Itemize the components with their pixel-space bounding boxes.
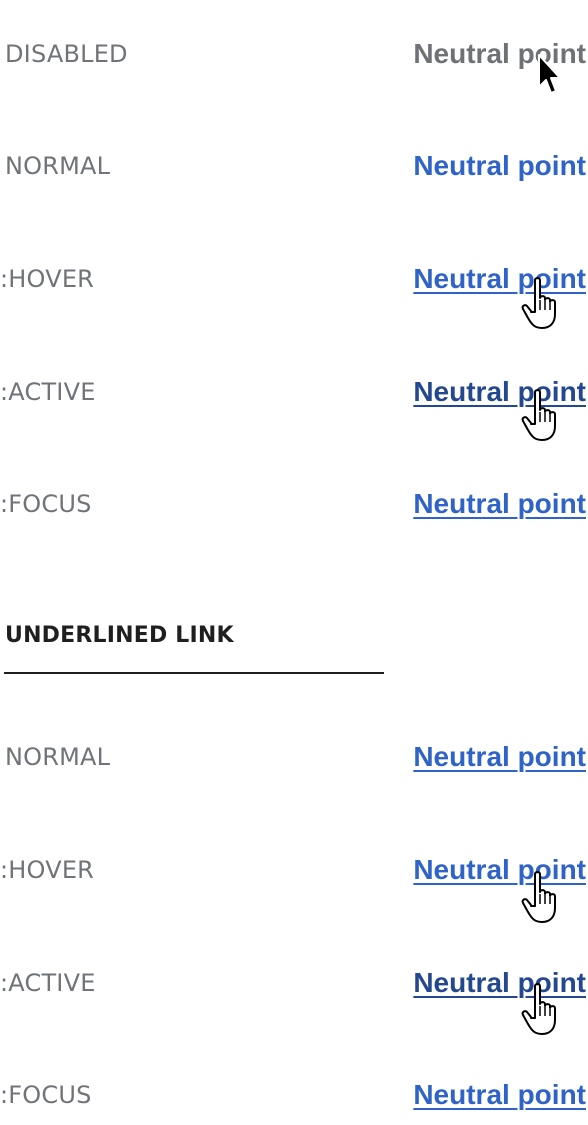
- underlined-link-hover[interactable]: Neutral point: [413, 853, 586, 887]
- underlined-state-label-hover: :HOVER: [0, 856, 95, 884]
- underlined-link-active[interactable]: Neutral point: [413, 966, 586, 1000]
- underlined-state-label-normal: NORMAL: [5, 743, 111, 771]
- underlined-row-focus: :FOCUS Neutral point: [0, 1065, 588, 1125]
- underlined-row-normal: NORMAL Neutral point: [0, 727, 588, 787]
- state-label-focus: :FOCUS: [0, 490, 92, 518]
- state-label-disabled: DISABLED: [5, 40, 128, 68]
- link-state-row-normal: NORMAL Neutral point: [0, 136, 588, 196]
- neutral-point-link-normal[interactable]: Neutral point: [413, 149, 586, 183]
- neutral-point-link-hover[interactable]: Neutral point: [413, 262, 586, 296]
- neutral-point-link-active[interactable]: Neutral point: [413, 375, 586, 409]
- underlined-state-label-focus: :FOCUS: [0, 1081, 92, 1109]
- underlined-state-label-active: :ACTIVE: [0, 969, 96, 997]
- underlined-row-hover: :HOVER Neutral point: [0, 840, 588, 900]
- link-state-row-hover: :HOVER Neutral point: [0, 249, 588, 309]
- link-state-row-active: :ACTIVE Neutral point: [0, 362, 588, 422]
- neutral-point-link-disabled: Neutral point: [413, 38, 586, 69]
- heading-divider: [4, 672, 384, 674]
- neutral-point-link-focus[interactable]: Neutral point: [413, 487, 586, 521]
- state-label-hover: :HOVER: [0, 265, 95, 293]
- underlined-link-heading: UNDERLINED LINK: [5, 623, 234, 648]
- underlined-row-active: :ACTIVE Neutral point: [0, 953, 588, 1013]
- state-label-active: :ACTIVE: [0, 378, 96, 406]
- underlined-link-focus[interactable]: Neutral point: [413, 1078, 586, 1112]
- state-label-normal: NORMAL: [5, 152, 111, 180]
- underlined-link-normal[interactable]: Neutral point: [413, 740, 586, 774]
- link-state-row-focus: :FOCUS Neutral point: [0, 474, 588, 534]
- link-state-row-disabled: DISABLED Neutral point: [0, 24, 588, 84]
